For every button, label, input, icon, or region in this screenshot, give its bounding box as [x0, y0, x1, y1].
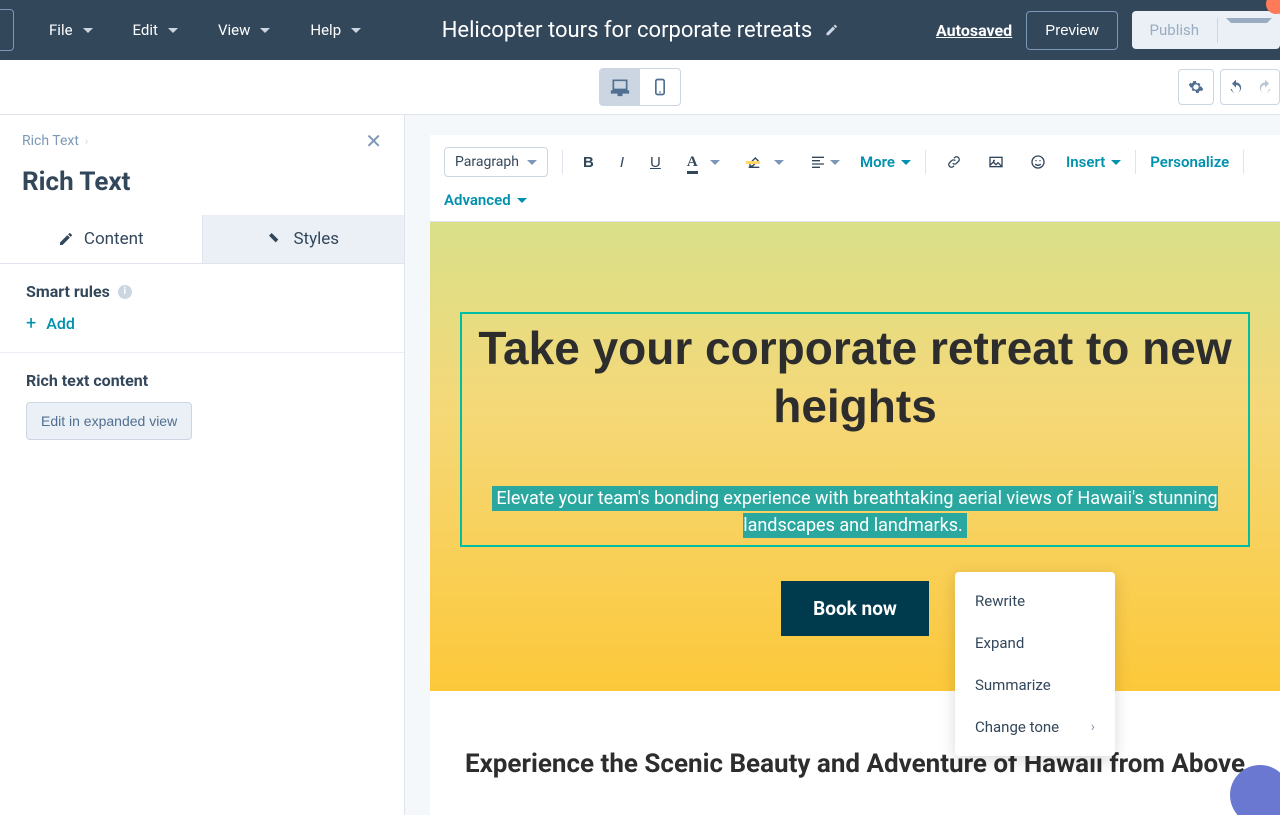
hero-section: Take your corporate retreat to new heigh… — [430, 222, 1280, 691]
insert-button[interactable]: Insert — [1066, 153, 1121, 171]
underline-button[interactable]: U — [644, 150, 667, 175]
left-edge-handle[interactable] — [0, 9, 14, 51]
preview-button[interactable]: Preview — [1026, 11, 1117, 50]
undo-redo-group — [1220, 69, 1280, 105]
canvas-area: Paragraph B I U A More Insert Personaliz… — [405, 115, 1280, 815]
text-color-button[interactable]: A — [681, 150, 726, 175]
menu-file[interactable]: File — [49, 21, 93, 39]
secondary-toolbar — [0, 60, 1280, 115]
mobile-device-button[interactable] — [640, 69, 680, 105]
sidebar-panel: Rich Text› ✕ Rich Text Content Styles Sm… — [0, 115, 405, 815]
chevron-right-icon: › — [85, 135, 88, 148]
context-menu-expand[interactable]: Expand — [955, 622, 1115, 664]
top-menu-bar: File Edit View Help Helicopter tours for… — [0, 0, 1280, 60]
device-toggle — [599, 68, 681, 106]
tab-content[interactable]: Content — [0, 215, 202, 263]
chevron-down-icon — [83, 28, 93, 33]
rte-toolbar: Paragraph B I U A More Insert Personaliz… — [430, 135, 1280, 222]
chevron-down-icon — [260, 28, 270, 33]
chevron-down-icon — [527, 160, 537, 165]
rich-text-selected-region[interactable]: Take your corporate retreat to new heigh… — [460, 312, 1250, 547]
desktop-device-button[interactable] — [600, 69, 640, 105]
canvas: Paragraph B I U A More Insert Personaliz… — [430, 135, 1280, 815]
smart-rules-heading: Smart rulesi — [26, 282, 378, 301]
rich-text-content-heading: Rich text content — [26, 371, 378, 390]
chevron-down-icon — [168, 28, 178, 33]
autosaved-status[interactable]: Autosaved — [936, 21, 1012, 40]
chevron-down-icon — [351, 28, 361, 33]
link-button[interactable] — [940, 150, 968, 174]
sidebar-tabs: Content Styles — [0, 215, 404, 264]
tab-styles[interactable]: Styles — [202, 215, 405, 263]
plus-icon: + — [26, 313, 36, 334]
chevron-right-icon: › — [1091, 719, 1095, 735]
breadcrumb[interactable]: Rich Text› — [22, 133, 88, 149]
lower-section: Experience the Scenic Beauty and Adventu… — [430, 691, 1280, 779]
book-now-button[interactable]: Book now — [781, 581, 929, 636]
personalize-button[interactable]: Personalize — [1150, 153, 1229, 171]
settings-button[interactable] — [1178, 69, 1214, 105]
italic-button[interactable]: I — [614, 150, 630, 175]
image-button[interactable] — [982, 150, 1010, 174]
hero-heading[interactable]: Take your corporate retreat to new heigh… — [464, 320, 1246, 435]
ai-context-menu: Rewrite Expand Summarize Change tone› — [955, 572, 1115, 756]
lower-heading[interactable]: Experience the Scenic Beauty and Adventu… — [460, 749, 1250, 779]
menu-edit[interactable]: Edit — [133, 21, 178, 39]
redo-button[interactable] — [1250, 79, 1279, 95]
hero-subheading-selected[interactable]: Elevate your team's bonding experience w… — [492, 486, 1217, 538]
align-button[interactable] — [804, 150, 846, 174]
menu-view[interactable]: View — [218, 21, 270, 39]
info-icon[interactable]: i — [118, 285, 132, 299]
bold-button[interactable]: B — [577, 150, 600, 175]
highlight-color-button[interactable] — [740, 150, 790, 175]
add-smart-rule-button[interactable]: +Add — [26, 313, 378, 334]
context-menu-summarize[interactable]: Summarize — [955, 664, 1115, 706]
edit-expanded-view-button[interactable]: Edit in expanded view — [26, 402, 192, 440]
publish-button[interactable]: Publish — [1132, 11, 1280, 49]
chevron-down-icon[interactable] — [1217, 18, 1280, 43]
close-panel-button[interactable]: ✕ — [365, 129, 382, 153]
context-menu-change-tone[interactable]: Change tone› — [955, 706, 1115, 748]
emoji-button[interactable] — [1024, 150, 1052, 174]
dashed-selection-outline — [460, 555, 1250, 559]
panel-title: Rich Text — [0, 153, 404, 215]
more-button[interactable]: More — [860, 153, 911, 171]
advanced-button[interactable]: Advanced — [444, 191, 527, 209]
context-menu-rewrite[interactable]: Rewrite — [955, 580, 1115, 622]
pencil-icon[interactable] — [824, 18, 838, 43]
menu-help[interactable]: Help — [310, 21, 361, 39]
undo-button[interactable] — [1221, 79, 1250, 95]
paragraph-format-select[interactable]: Paragraph — [444, 147, 548, 177]
page-title[interactable]: Helicopter tours for corporate retreats — [442, 18, 839, 43]
